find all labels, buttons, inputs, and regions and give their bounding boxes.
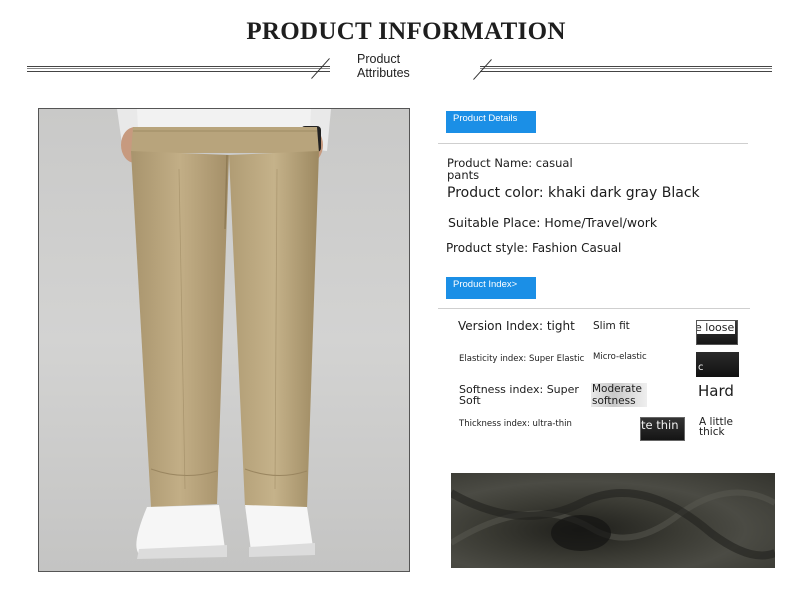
index-divider <box>438 308 750 309</box>
softness-index-label: Softness index: Super Soft <box>459 384 589 407</box>
softness-moderate-line-2: softness <box>592 395 636 407</box>
thickness-thin-swatch: te thin <box>640 417 685 441</box>
thickness-index-label: Thickness index: ultra-thin <box>459 419 572 429</box>
right-decorative-rule <box>480 66 772 72</box>
version-slim-fit: Slim fit <box>593 320 630 332</box>
version-loose-text: e loose <box>696 321 736 334</box>
thickness-a-little-thick: A little thick <box>699 417 759 438</box>
product-name: Product Name: casual pants <box>447 157 587 181</box>
product-name-line-2: pants <box>447 168 480 182</box>
subtitle-line-2: Attributes <box>357 66 410 80</box>
elasticity-micro-elastic: Micro-elastic <box>593 352 647 362</box>
thickness-thin-text: te thin <box>641 418 679 432</box>
subtitle: Product Attributes <box>357 52 410 80</box>
thickness-right-line-2: thick <box>699 426 725 438</box>
suitable-place: Suitable Place: Home/Travel/work <box>448 215 658 230</box>
product-index-tag: Product Index> <box>446 277 536 299</box>
version-loose-swatch: e loose <box>696 320 738 345</box>
elasticity-index-label: Elasticity index: Super Elastic <box>459 354 585 364</box>
product-style: Product style: Fashion Casual <box>446 241 622 255</box>
subtitle-line-1: Product <box>357 52 401 66</box>
left-decorative-rule <box>27 66 330 72</box>
pants-model-illustration <box>117 109 331 559</box>
product-details-tag: Product Details <box>446 111 536 133</box>
product-photo <box>38 108 410 572</box>
product-color: Product color: khaki dark gray Black <box>447 185 700 201</box>
softness-hard: Hard <box>698 382 734 400</box>
version-index-label: Version Index: tight <box>458 319 575 333</box>
fabric-folds-illustration <box>451 489 775 560</box>
fabric-closeup-photo <box>451 473 775 568</box>
softness-label-line-2: Soft <box>459 393 481 407</box>
softness-moderate-line-1: Moderate <box>592 383 642 395</box>
details-divider <box>438 143 748 144</box>
elasticity-swatch-text: c <box>698 362 704 373</box>
elasticity-swatch: c <box>696 352 739 377</box>
softness-moderate-highlight: Moderate softness <box>591 383 647 407</box>
page-title: PRODUCT INFORMATION <box>246 18 566 45</box>
